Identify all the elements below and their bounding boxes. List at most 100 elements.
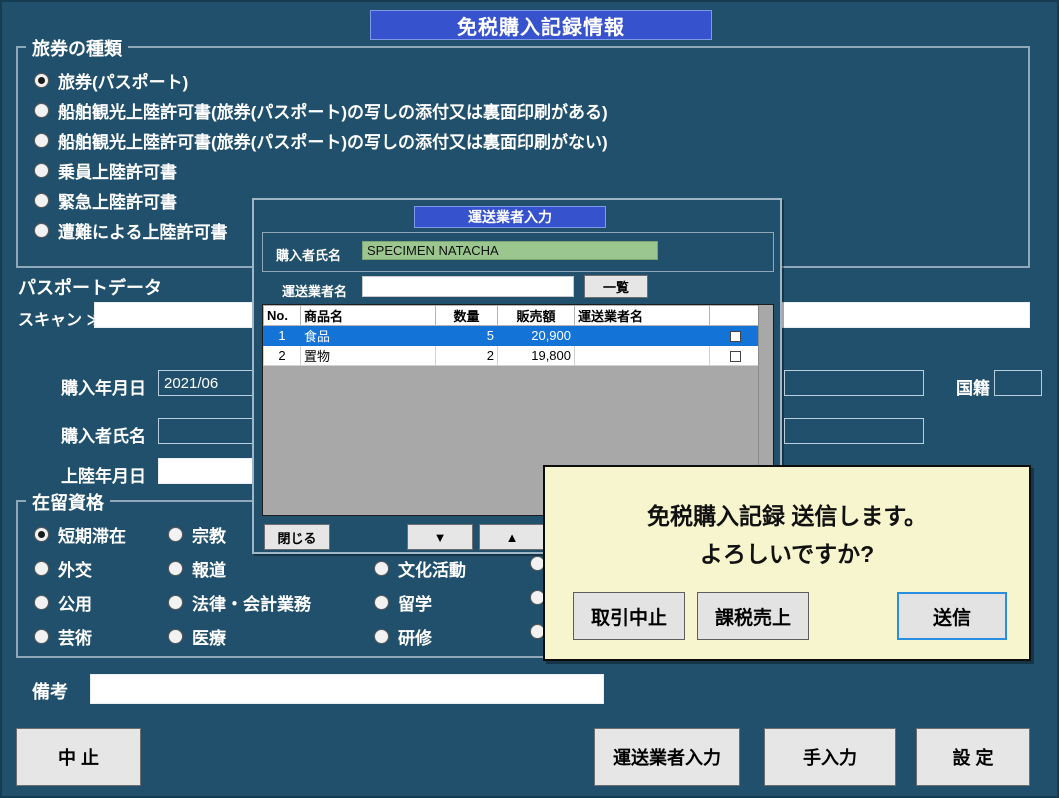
cell-checkbox[interactable] <box>709 325 761 346</box>
settings-button[interactable]: 設 定 <box>916 728 1030 786</box>
radio-icon[interactable] <box>374 595 389 610</box>
col-qty: 数量 <box>435 305 498 326</box>
cell-carrier <box>574 345 710 366</box>
confirm-message-line1: 免税購入記録 送信します。 <box>646 503 928 529</box>
radio-label: 旅券(パスポート) <box>58 73 189 92</box>
radio-icon[interactable] <box>374 561 389 576</box>
radio-icon[interactable] <box>34 163 49 178</box>
modal-close-button[interactable]: 閉じる <box>264 524 330 550</box>
radio-status-official[interactable]: 公用 <box>34 590 92 615</box>
buyer-name-extra-input[interactable] <box>784 418 924 444</box>
scroll-up-button[interactable]: ▲ <box>479 524 545 550</box>
table-row[interactable]: 1 食品 5 20,900 <box>263 325 761 346</box>
radio-passport-0[interactable]: 旅券(パスポート) <box>34 68 188 93</box>
cell-amount: 19,800 <box>497 345 575 366</box>
carrier-list-button[interactable]: 一覧 <box>584 275 648 298</box>
radio-label: 遭難による上陸許可書 <box>58 223 228 242</box>
radio-status-diplomat[interactable]: 外交 <box>34 556 92 581</box>
radio-status-artist[interactable]: 芸術 <box>34 624 92 649</box>
radio-status-study-abroad[interactable]: 留学 <box>374 590 432 615</box>
purchase-date-label: 購入年月日 <box>61 379 146 398</box>
radio-status-religion[interactable]: 宗教 <box>168 522 226 547</box>
modal-buyer-name-label: 購入者氏名 <box>276 248 342 263</box>
radio-label: 宗教 <box>192 527 226 546</box>
radio-icon[interactable] <box>168 595 183 610</box>
radio-label: 留学 <box>398 595 432 614</box>
radio-passport-1[interactable]: 船舶観光上陸許可書(旅券(パスポート)の写しの添付又は裏面印刷がある) <box>34 98 608 123</box>
radio-label: 緊急上陸許可書 <box>58 193 177 212</box>
radio-icon[interactable] <box>168 629 183 644</box>
confirm-message-line2: よろしいですか? <box>699 541 875 567</box>
landing-date-label: 上陸年月日 <box>61 467 146 486</box>
radio-status-short-stay[interactable]: 短期滞在 <box>34 522 126 547</box>
radio-label: 短期滞在 <box>58 527 126 546</box>
radio-label: 法律・会計業務 <box>192 595 311 614</box>
application-window: 免税購入記録情報 旅券の種類 旅券(パスポート) 船舶観光上陸許可書(旅券(パス… <box>0 0 1059 798</box>
radio-icon[interactable] <box>34 223 49 238</box>
col-no: No. <box>263 305 301 326</box>
cancel-button[interactable]: 中 止 <box>16 728 141 786</box>
cell-amount: 20,900 <box>497 325 575 346</box>
radio-status-medical[interactable]: 医療 <box>168 624 226 649</box>
radio-icon[interactable] <box>168 561 183 576</box>
radio-icon[interactable] <box>34 527 49 542</box>
remarks-input[interactable] <box>90 674 604 704</box>
radio-status-training[interactable]: 研修 <box>374 624 432 649</box>
radio-label: 船舶観光上陸許可書(旅券(パスポート)の写しの添付又は裏面印刷がある) <box>58 103 608 122</box>
checkbox-icon[interactable] <box>729 351 741 363</box>
modal-carrier-name-input[interactable] <box>362 276 574 297</box>
cell-product: 食品 <box>300 325 436 346</box>
product-table: No. 商品名 数量 販売額 運送業者名 1 食品 5 20,900 2 置物 … <box>263 305 761 366</box>
col-carrier: 運送業者名 <box>574 305 710 326</box>
carrier-modal-title: 運送業者入力 <box>414 206 606 228</box>
carrier-input-button[interactable]: 運送業者入力 <box>594 728 740 786</box>
page-title: 免税購入記録情報 <box>370 10 712 40</box>
passport-type-legend: 旅券の種類 <box>26 35 128 61</box>
col-amount: 販売額 <box>497 305 575 326</box>
radio-icon[interactable] <box>34 193 49 208</box>
radio-status-cultural[interactable]: 文化活動 <box>374 556 466 581</box>
cell-qty: 2 <box>435 345 498 366</box>
cell-carrier <box>574 325 710 346</box>
radio-passport-2[interactable]: 船舶観光上陸許可書(旅券(パスポート)の写しの添付又は裏面印刷がない) <box>34 128 608 153</box>
col-check <box>709 305 761 326</box>
radio-label: 研修 <box>398 629 432 648</box>
scan-label: スキャン ≫ <box>18 312 104 329</box>
taxable-sale-button[interactable]: 課税売上 <box>697 592 809 640</box>
radio-icon[interactable] <box>34 133 49 148</box>
radio-label: 芸術 <box>58 629 92 648</box>
table-header-row: No. 商品名 数量 販売額 運送業者名 <box>263 305 761 326</box>
radio-label: 公用 <box>58 595 92 614</box>
radio-icon[interactable] <box>34 629 49 644</box>
passport-data-section-label: パスポートデータ <box>18 278 162 298</box>
cell-product: 置物 <box>300 345 436 366</box>
cell-no: 2 <box>263 345 301 366</box>
cell-no: 1 <box>263 325 301 346</box>
radio-label: 報道 <box>192 561 226 580</box>
radio-passport-3[interactable]: 乗員上陸許可書 <box>34 158 177 183</box>
send-button[interactable]: 送信 <box>897 592 1007 640</box>
checkbox-icon[interactable] <box>729 331 741 343</box>
radio-icon[interactable] <box>34 561 49 576</box>
purchase-date-extra-input[interactable] <box>784 370 924 396</box>
radio-icon[interactable] <box>34 595 49 610</box>
radio-status-legal-accounting[interactable]: 法律・会計業務 <box>168 590 311 615</box>
radio-status-journalist[interactable]: 報道 <box>168 556 226 581</box>
scroll-down-button[interactable]: ▼ <box>407 524 473 550</box>
radio-label: 外交 <box>58 561 92 580</box>
cell-qty: 5 <box>435 325 498 346</box>
radio-icon[interactable] <box>34 103 49 118</box>
modal-buyer-name-input[interactable]: SPECIMEN NATACHA <box>362 241 658 260</box>
radio-passport-5[interactable]: 遭難による上陸許可書 <box>34 218 228 243</box>
manual-input-button[interactable]: 手入力 <box>764 728 896 786</box>
cell-checkbox[interactable] <box>709 345 761 366</box>
radio-icon[interactable] <box>34 73 49 88</box>
radio-passport-4[interactable]: 緊急上陸許可書 <box>34 188 177 213</box>
abort-transaction-button[interactable]: 取引中止 <box>573 592 685 640</box>
send-confirm-dialog: 免税購入記録 送信します。 よろしいですか? 取引中止 課税売上 送信 <box>543 465 1031 661</box>
nationality-label: 国籍 <box>956 379 990 398</box>
radio-icon[interactable] <box>374 629 389 644</box>
nationality-input[interactable] <box>994 370 1042 396</box>
radio-icon[interactable] <box>168 527 183 542</box>
table-row[interactable]: 2 置物 2 19,800 <box>263 345 761 366</box>
